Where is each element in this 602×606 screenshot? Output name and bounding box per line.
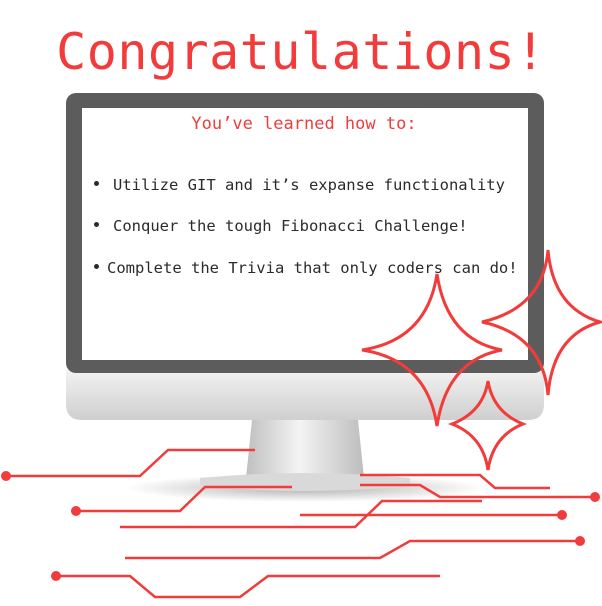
list-item: Conquer the tough Fibonacci Challenge! [94, 217, 468, 235]
screen-subtitle: You’ve learned how to: [191, 114, 417, 134]
monitor-screen: You’ve learned how to: Utilize GIT and i… [84, 108, 524, 358]
list-item: Complete the Trivia that only coders can… [94, 259, 518, 277]
bullet-icon [94, 222, 99, 227]
bullet-icon [94, 264, 99, 269]
bullet-icon [94, 181, 99, 186]
list-item: Utilize GIT and it’s expanse functionali… [94, 176, 505, 194]
